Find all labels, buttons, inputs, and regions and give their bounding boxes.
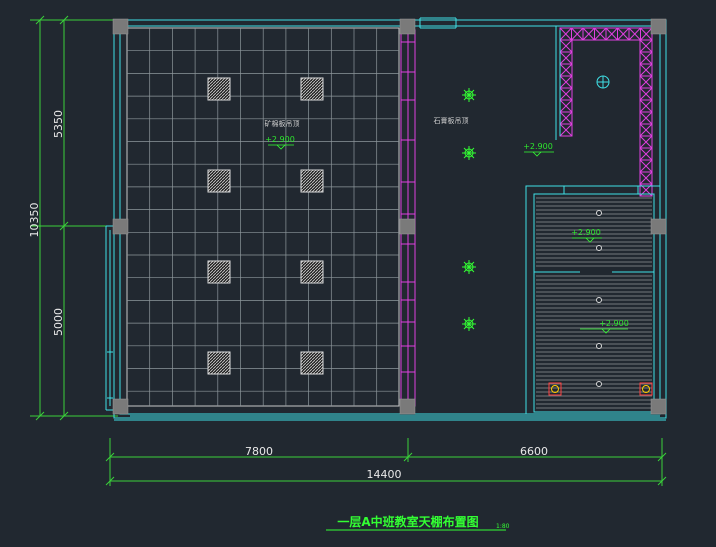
ceiling-plan-drawing: 10350 5350 5000 7800 6600 14400 矿棉板吊顶 +2… — [28, 15, 667, 531]
stair-lower-elevation: +2.900 — [599, 319, 629, 328]
grid-ceiling-label: 矿棉板吊顶 — [265, 119, 300, 128]
dim-bottom-right: 6600 — [520, 445, 548, 458]
stair-upper-elevation-mark — [572, 237, 602, 243]
grid-ceiling-elevation: +2.900 — [265, 135, 295, 144]
corridor-elevation-mark — [524, 151, 554, 157]
dim-left-bottom: 5000 — [52, 308, 65, 336]
drawing-scale: 1:80 — [496, 523, 510, 530]
exhaust-fan-icon — [596, 75, 610, 89]
dim-bottom-total: 14400 — [367, 468, 402, 481]
corridor-elevation: +2.900 — [523, 142, 553, 151]
trellis-partition — [559, 27, 653, 197]
stair-lower-elevation-mark — [580, 328, 628, 334]
grid-ceiling — [126, 27, 400, 407]
stair-upper-elevation: +2.900 — [571, 228, 601, 237]
dim-left-total: 10350 — [28, 203, 41, 238]
columns — [112, 18, 667, 415]
grid-ceiling-elevation-mark — [268, 144, 294, 150]
dim-bottom-left: 7800 — [245, 445, 273, 458]
partition-strip — [400, 29, 416, 407]
gypsum-ceiling-label: 石膏板吊顶 — [434, 116, 469, 125]
drawing-title: 一层A中班教室天棚布置图 — [337, 514, 478, 529]
dim-left-top: 5350 — [52, 110, 65, 138]
